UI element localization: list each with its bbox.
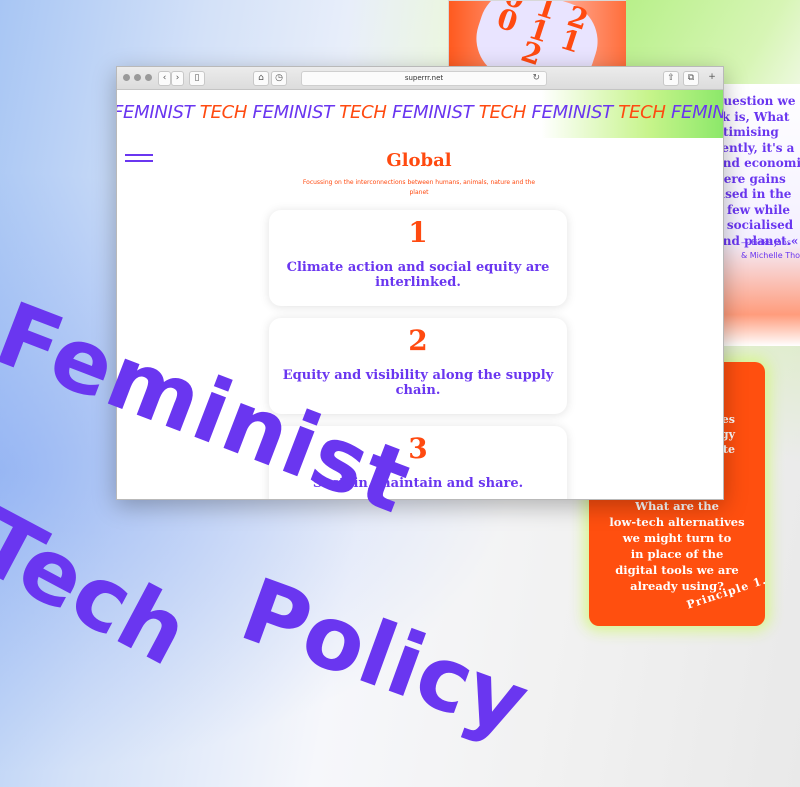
quote-line: e socialised (715, 218, 794, 232)
quote-text: question we sk is, What otimising rently… (715, 94, 800, 249)
marquee-word: FEMINIST (117, 102, 195, 123)
principle-card-1[interactable]: 1 Climate action and social equity are i… (269, 210, 567, 306)
quote-line: tised in the (715, 187, 792, 201)
minimize-dot[interactable] (134, 74, 141, 81)
home-icon[interactable]: ⌂ (253, 71, 269, 86)
marquee-word: TECH (339, 102, 387, 123)
quote-line: here gains (715, 171, 786, 186)
author-line: & Michelle Tho (741, 251, 800, 260)
card-number: 1 (408, 216, 428, 249)
card-text: Climate action and social equity are int… (286, 260, 550, 290)
marquee-word: FEMINIST (531, 102, 614, 123)
quote-author: — Fieke Jans & Michelle Tho (741, 236, 800, 262)
marquee-word: TECH (199, 102, 248, 123)
marquee-banner: FEMINIST TECH FEMINIST TECH FEMINIST TEC… (117, 90, 723, 138)
principle-question: What are the low-tech alternatives we mi… (589, 498, 765, 594)
zoom-dot[interactable] (145, 74, 152, 81)
reload-icon[interactable]: ↻ (532, 72, 540, 85)
author-line: — Fieke Jans (741, 238, 792, 247)
marquee-word: TECH (478, 102, 527, 123)
forward-icon[interactable]: › (171, 71, 184, 86)
marquee-word: FEMINIST (392, 102, 474, 123)
question-line: in place of the (630, 547, 724, 561)
quote-line: question we (715, 94, 796, 108)
poster-digits: 0 1 2 0 1 1 2 (448, 0, 628, 74)
question-line: we might turn to (622, 531, 732, 545)
browser-toolbar: ‹ › ▯ ⌂ ◷ superrr.net ↻ ⇧ ⧉ + (117, 67, 723, 90)
history-icon[interactable]: ◷ (271, 71, 287, 86)
share-icon[interactable]: ⇧ (663, 71, 679, 86)
quote-line: a few while (715, 202, 791, 217)
marquee-word: TECH (618, 102, 666, 123)
quote-line: sk is, What (715, 109, 790, 124)
close-dot[interactable] (123, 74, 130, 81)
sidebar-icon[interactable]: ▯ (189, 71, 205, 86)
quote-line: otimising (715, 125, 779, 139)
question-line: digital tools we are (615, 563, 739, 577)
question-line: What are the (635, 499, 719, 513)
poster-digits-text: 0 1 2 0 1 1 2 (466, 1, 608, 73)
back-icon[interactable]: ‹ (158, 71, 171, 86)
page-subtitle: Focussing on the interconnections betwee… (302, 179, 536, 196)
marquee-word: FEMINIST (671, 102, 723, 123)
card-text: Equity and visibility along the supply c… (282, 368, 554, 398)
marquee-word: FEMINIST (252, 102, 335, 123)
card-number: 2 (408, 324, 428, 357)
url-text: superrr.net (404, 74, 444, 82)
new-tab-icon[interactable]: + (707, 71, 717, 84)
question-line: low-tech alternatives (609, 515, 745, 529)
quote-line: and economic (715, 156, 800, 170)
marquee-text: FEMINIST TECH FEMINIST TECH FEMINIST TEC… (117, 102, 723, 123)
page-title: Global (386, 150, 452, 171)
address-bar[interactable]: superrr.net ↻ (301, 71, 547, 86)
tabs-icon[interactable]: ⧉ (683, 71, 699, 86)
quote-line: rently, it's a (715, 140, 795, 155)
